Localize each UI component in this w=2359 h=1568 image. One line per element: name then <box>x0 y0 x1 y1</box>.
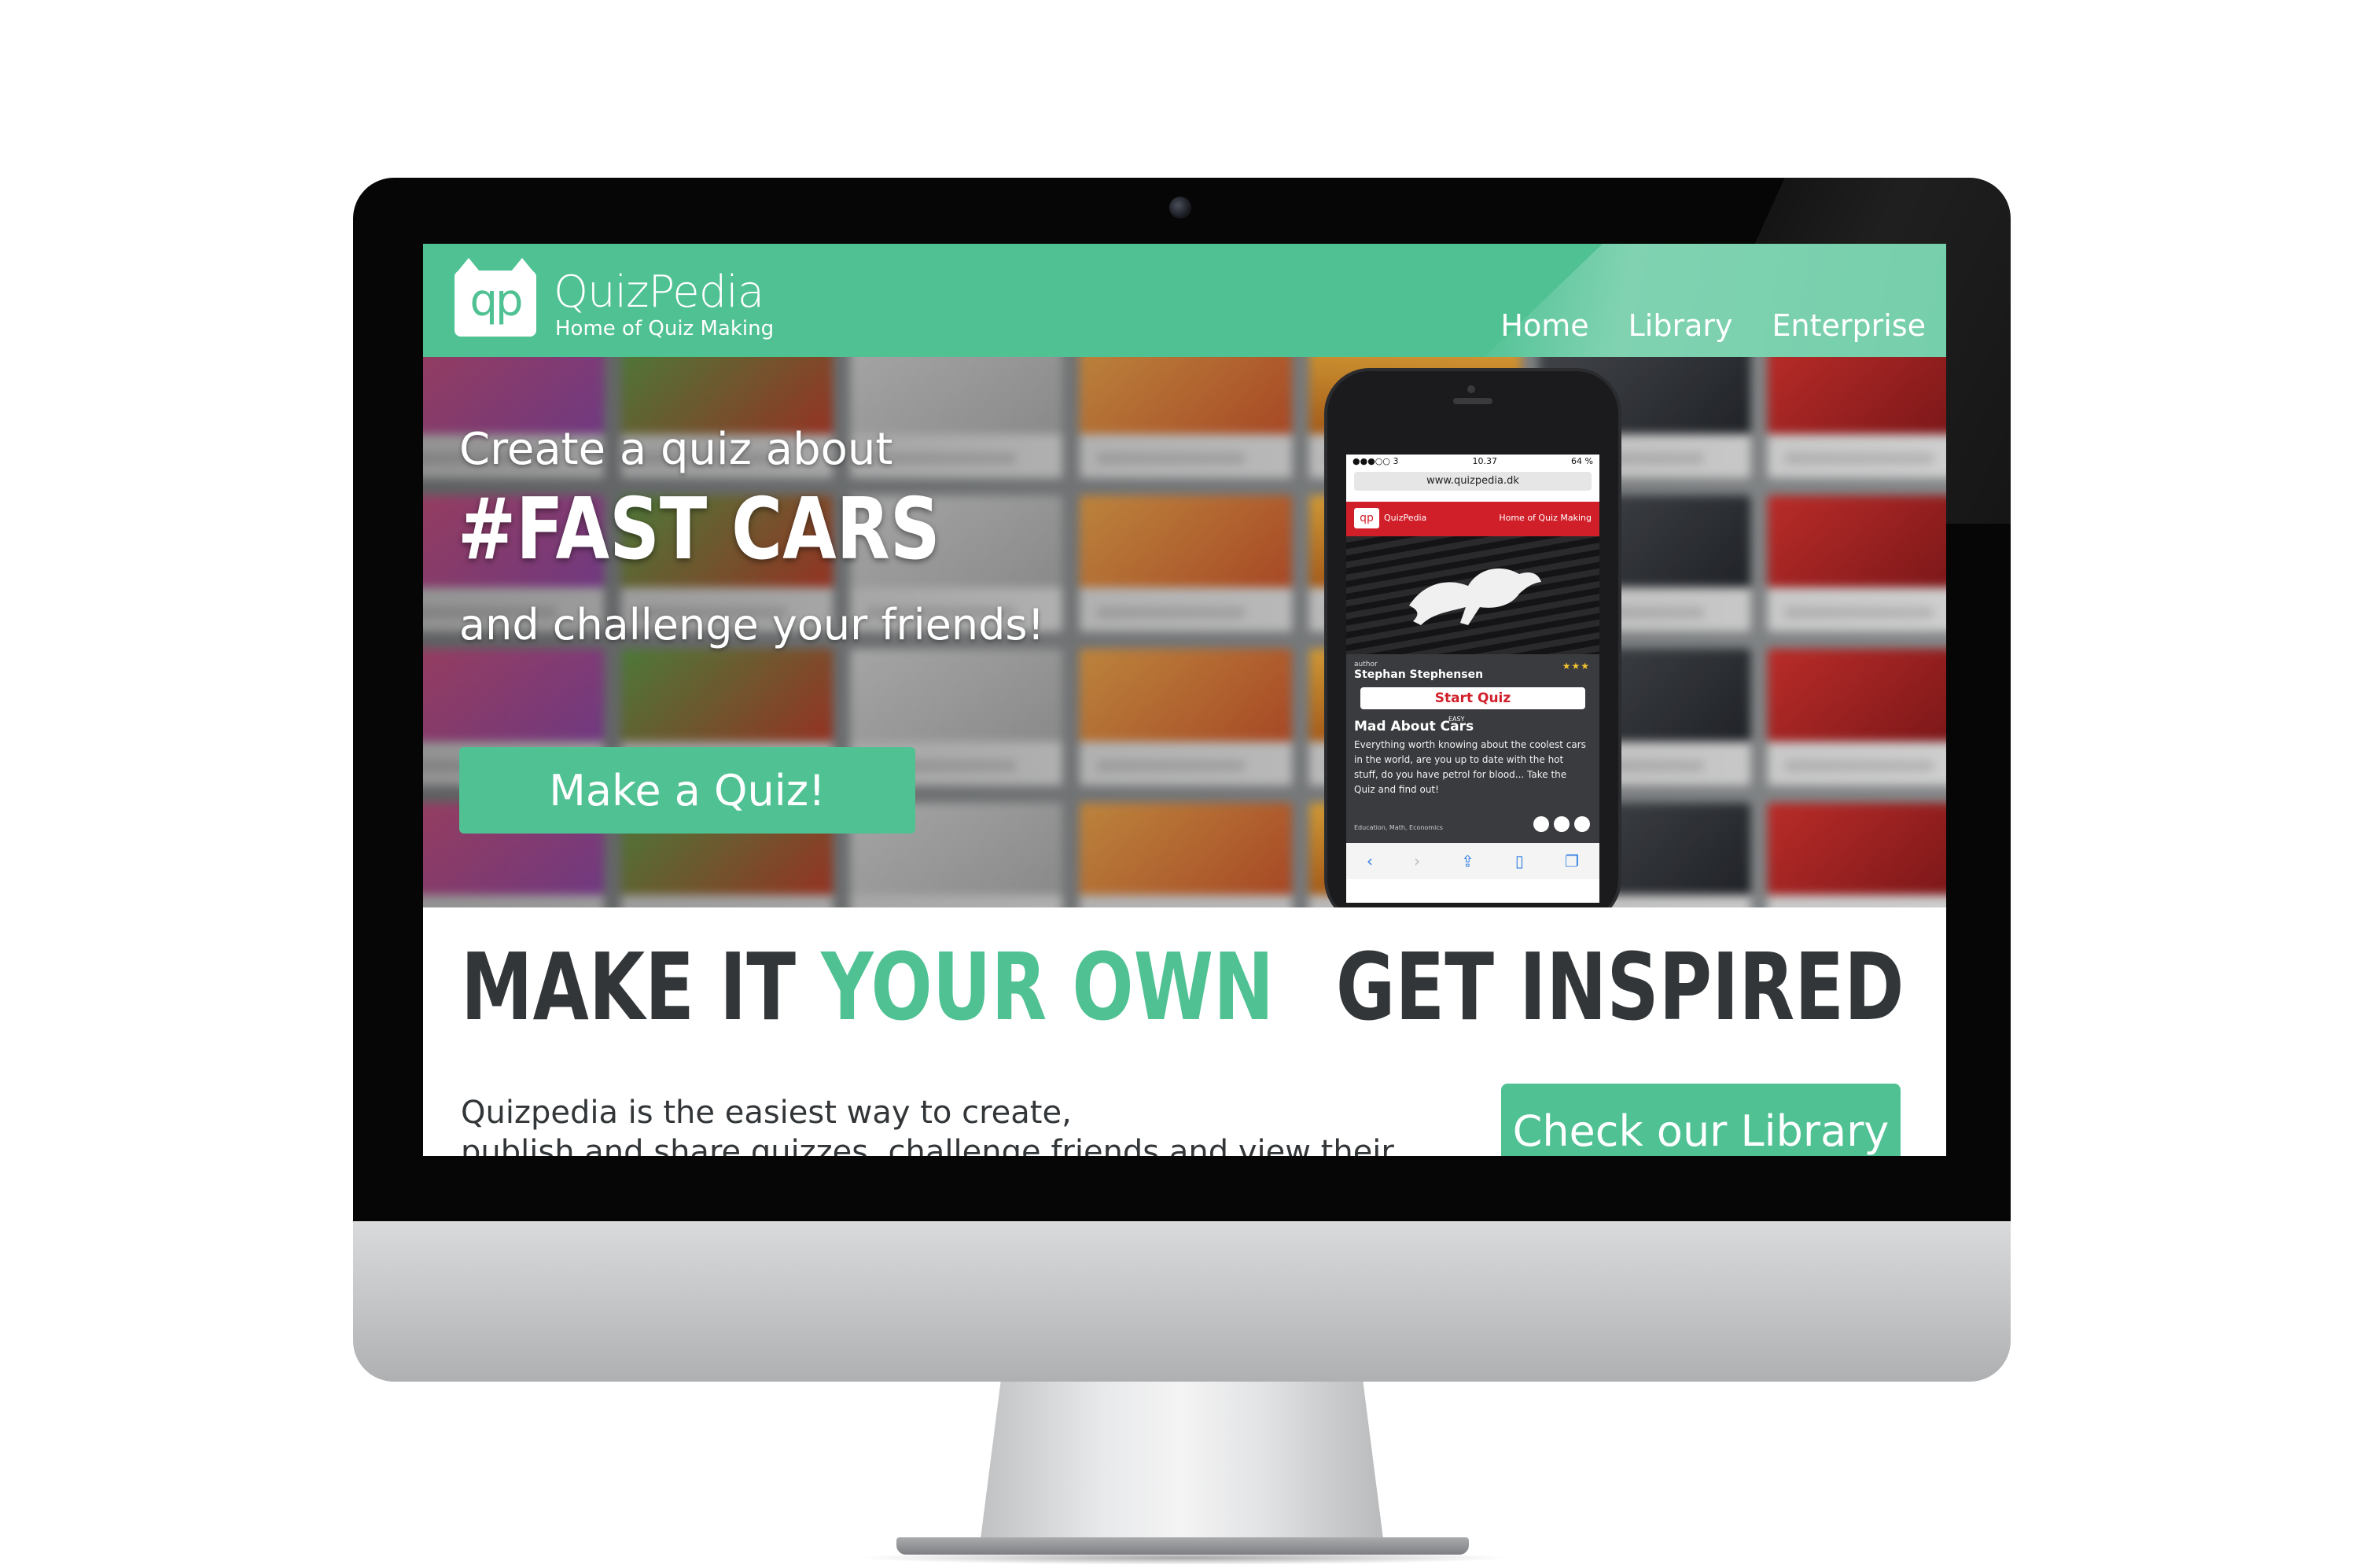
phone-status-bar: ●●●○○ 3 10.37 64 % <box>1346 455 1599 470</box>
share-icon[interactable]: ⇪ <box>1461 852 1474 870</box>
phone-camera-icon <box>1467 385 1475 393</box>
phone-site-header: qp QuizPedia Home of Quiz Making <box>1346 502 1599 536</box>
phone-quiz-description: Everything worth knowing about the coole… <box>1354 739 1586 795</box>
phone-signal: ●●●○○ 3 <box>1352 456 1399 466</box>
phone-author: Stephan Stephensen <box>1354 668 1484 681</box>
phone-quiz-image <box>1346 536 1599 654</box>
phone-browser-toolbar: ‹ › ⇪ ▯ ❐ <box>1346 843 1599 879</box>
mail-icon[interactable] <box>1574 816 1590 832</box>
intro-line-1: Quizpedia is the easiest way to create, <box>461 1095 1072 1131</box>
site-header: qp QuizPedia Home of Quiz Making Home Li… <box>423 244 1946 357</box>
phone-battery: 64 % <box>1571 456 1593 466</box>
forward-icon[interactable]: › <box>1414 852 1420 870</box>
get-inspired-heading: GET INSPIRED <box>1335 933 1904 1041</box>
monitor-stand-base <box>896 1537 1469 1555</box>
phone-share-icons <box>1533 816 1590 832</box>
phone-difficulty: EASY <box>1448 716 1465 723</box>
back-icon[interactable]: ‹ <box>1367 852 1373 870</box>
tabs-icon[interactable]: ❐ <box>1565 852 1579 870</box>
brand-tagline: Home of Quiz Making <box>555 317 775 340</box>
hero-hashtag: #FAST CARS <box>458 480 940 579</box>
camera-icon <box>1169 197 1191 219</box>
website-screen: qp QuizPedia Home of Quiz Making Home Li… <box>423 244 1946 1156</box>
phone-start-quiz-button[interactable]: Start Quiz <box>1360 687 1585 709</box>
make-quiz-label: Make a Quiz! <box>549 765 826 815</box>
brand-name[interactable]: QuizPedia <box>554 267 764 318</box>
phone-categories: Education, Math, Economics <box>1354 824 1443 831</box>
check-library-button[interactable]: Check our Library <box>1501 1084 1901 1156</box>
make-it-your-own-heading: MAKE IT YOUR OWN <box>461 936 1274 1038</box>
phone-screen: ●●●○○ 3 10.37 64 % www.quizpedia.dk qp Q… <box>1346 455 1599 903</box>
phone-mockup: ●●●○○ 3 10.37 64 % www.quizpedia.dk qp Q… <box>1327 371 1618 907</box>
monitor-chin <box>353 1221 2011 1382</box>
phone-rating-stars: ★★★ <box>1562 661 1590 672</box>
mustang-horse-icon <box>1409 568 1541 625</box>
phone-logo: qp <box>1354 508 1379 528</box>
phone-speaker <box>1453 398 1492 404</box>
logo[interactable]: qp <box>455 258 536 337</box>
intro-text: Quizpedia is the easiest way to create, … <box>461 1093 1483 1156</box>
heading-part-b: YOUR OWN <box>821 933 1275 1041</box>
heading-part-a: MAKE IT <box>461 933 822 1041</box>
phone-brand: QuizPedia <box>1384 513 1427 523</box>
bookmarks-icon[interactable]: ▯ <box>1515 852 1524 870</box>
main-nav: Home Library Enterprise <box>1500 307 1926 344</box>
phone-time: 10.37 <box>1472 456 1498 466</box>
hero-line-1: Create a quiz about <box>459 424 893 475</box>
nav-home[interactable]: Home <box>1500 307 1588 344</box>
logo-letters: qp <box>469 275 523 326</box>
link-icon[interactable] <box>1533 816 1549 832</box>
make-quiz-button[interactable]: Make a Quiz! <box>459 747 915 834</box>
hero-line-3: and challenge your friends! <box>459 600 1045 650</box>
phone-author-label: author <box>1354 661 1378 668</box>
phone-url-bar[interactable]: www.quizpedia.dk <box>1354 472 1592 491</box>
hero-banner: Create a quiz about #FAST CARS and chall… <box>423 357 1946 907</box>
phone-quiz-card: author Stephan Stephensen ★★★ Start Quiz… <box>1346 654 1599 843</box>
intro-line-2: publish and share quizzes, challenge fri… <box>461 1134 1394 1156</box>
monitor-stand <box>981 1382 1383 1539</box>
nav-enterprise[interactable]: Enterprise <box>1772 307 1926 344</box>
nav-library[interactable]: Library <box>1628 307 1733 344</box>
embed-icon[interactable] <box>1554 816 1570 832</box>
phone-tagline: Home of Quiz Making <box>1499 513 1592 523</box>
check-library-label: Check our Library <box>1512 1106 1890 1156</box>
